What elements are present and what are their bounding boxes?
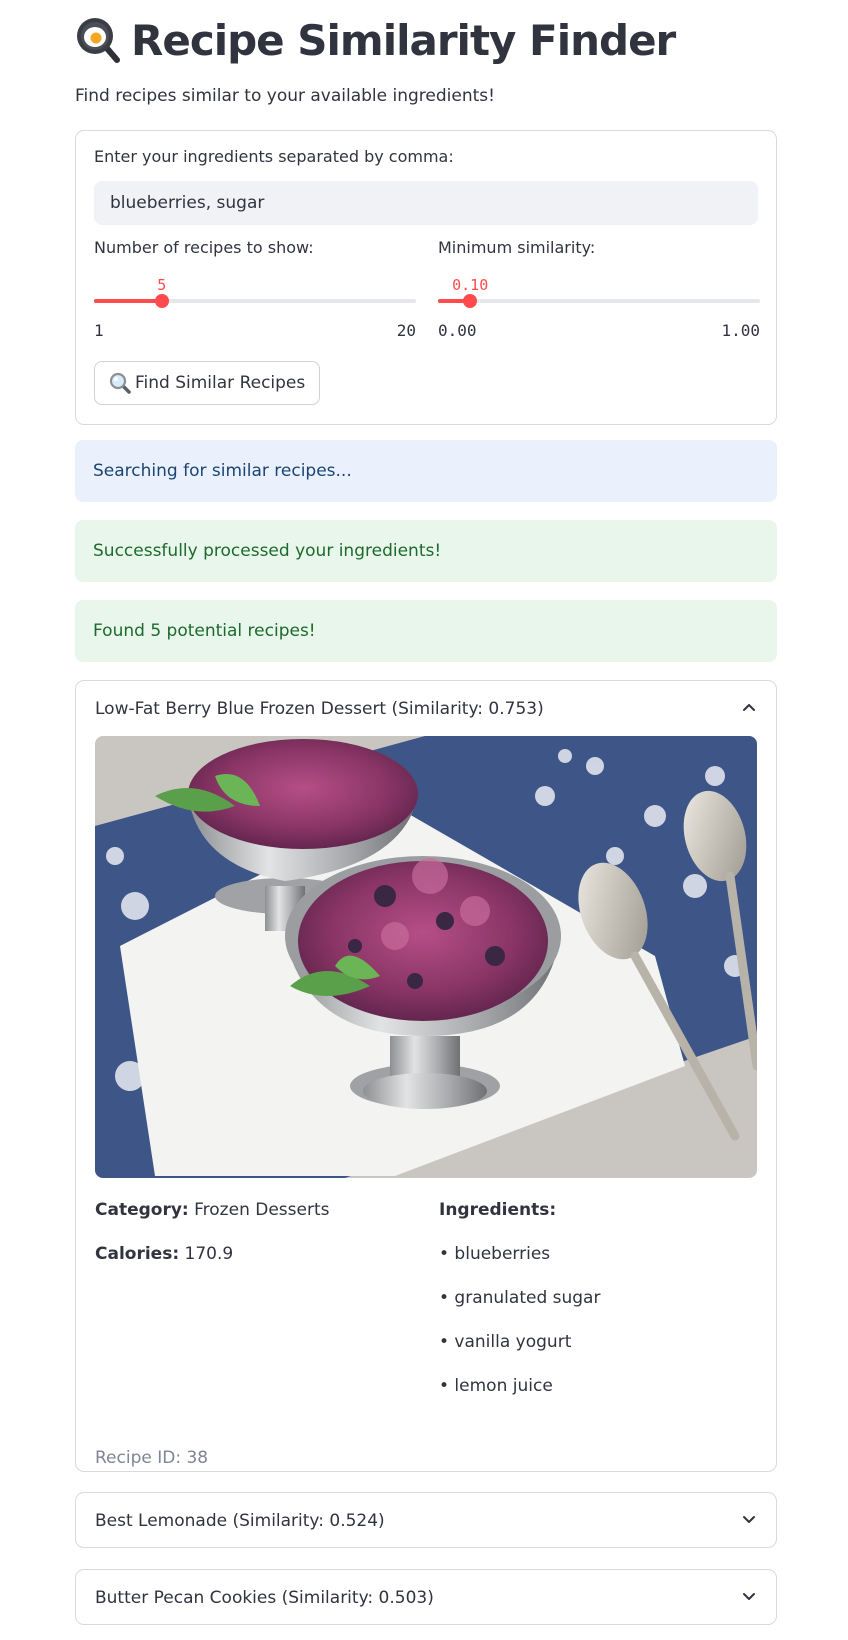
category-label: Category:: [95, 1200, 189, 1220]
recipe-expander-header[interactable]: Best Lemonade (Similarity: 0.524): [76, 1493, 776, 1549]
ingredients-label: Enter your ingredients separated by comm…: [94, 147, 454, 166]
info-alert: Searching for similar recipes...: [75, 440, 777, 502]
recipe-expander-title: Low-Fat Berry Blue Frozen Dessert (Simil…: [95, 699, 544, 719]
recipe-expander-header[interactable]: Butter Pecan Cookies (Similarity: 0.503): [76, 1570, 776, 1626]
page-title-text: Recipe Similarity Finder: [131, 15, 676, 65]
success-alert-text: Successfully processed your ingredients!: [93, 541, 442, 561]
calories-label: Calories:: [95, 1244, 180, 1264]
slider-thumb[interactable]: [463, 294, 478, 308]
frying-pan-icon: [75, 16, 123, 64]
success-alert: Successfully processed your ingredients!: [75, 520, 777, 582]
category-value: Frozen Desserts: [194, 1200, 330, 1220]
find-similar-recipes-label: Find Similar Recipes: [135, 373, 306, 393]
page-title: Recipe Similarity Finder: [75, 10, 676, 70]
slider-max: 1.00: [721, 321, 760, 340]
chevron-down-icon: [743, 1593, 755, 1600]
recipe-photo: [95, 736, 757, 1178]
ingredients-heading: Ingredients:: [439, 1200, 557, 1220]
slider-thumb[interactable]: [154, 294, 169, 308]
found-alert-text: Found 5 potential recipes!: [93, 621, 316, 641]
ingredients-input-value: blueberries, sugar: [110, 193, 265, 213]
info-alert-text: Searching for similar recipes...: [93, 461, 352, 481]
recipe-expander[interactable]: Best Lemonade (Similarity: 0.524): [75, 1492, 777, 1548]
slider-max: 20: [396, 321, 416, 340]
recipe-id: Recipe ID: 38: [95, 1448, 209, 1468]
recipe-expander-header[interactable]: Low-Fat Berry Blue Frozen Dessert (Simil…: [76, 681, 776, 737]
slider-value: 0.10: [452, 276, 489, 294]
search-form: Enter your ingredients separated by comm…: [75, 130, 777, 425]
magnifying-glass-icon: [109, 372, 131, 394]
recipe-expander[interactable]: Butter Pecan Cookies (Similarity: 0.503): [75, 1569, 777, 1625]
slider-fill: [94, 299, 162, 303]
min-similarity-slider[interactable]: 0.10 0.00 1.00: [438, 276, 760, 340]
ingredient-item: • granulated sugar: [439, 1288, 601, 1308]
found-alert: Found 5 potential recipes!: [75, 600, 777, 662]
num-recipes-slider[interactable]: 5 1 20: [94, 276, 416, 340]
calories-line: Calories: 170.9: [95, 1244, 233, 1264]
slider-min: 1: [94, 321, 104, 340]
find-similar-recipes-button[interactable]: Find Similar Recipes: [94, 361, 321, 405]
slider-value: 5: [157, 276, 167, 294]
category-line: Category: Frozen Desserts: [95, 1200, 329, 1220]
page-subtitle: Find recipes similar to your available i…: [75, 86, 495, 106]
num-recipes-label: Number of recipes to show:: [94, 238, 314, 257]
ingredient-item: • vanilla yogurt: [439, 1332, 572, 1352]
min-similarity-label: Minimum similarity:: [438, 238, 596, 257]
ingredient-item: • lemon juice: [439, 1376, 553, 1396]
recipe-expander-title: Butter Pecan Cookies (Similarity: 0.503): [95, 1588, 434, 1608]
ingredients-input[interactable]: blueberries, sugar: [94, 181, 758, 225]
ingredient-item: • blueberries: [439, 1244, 551, 1264]
slider-track: [438, 299, 760, 303]
calories-value: 170.9: [184, 1244, 234, 1264]
chevron-up-icon: [743, 704, 755, 711]
recipe-expander: Low-Fat Berry Blue Frozen Dessert (Simil…: [75, 680, 777, 1472]
slider-min: 0.00: [438, 321, 477, 340]
recipe-expander-title: Best Lemonade (Similarity: 0.524): [95, 1511, 385, 1531]
chevron-down-icon: [743, 1516, 755, 1523]
